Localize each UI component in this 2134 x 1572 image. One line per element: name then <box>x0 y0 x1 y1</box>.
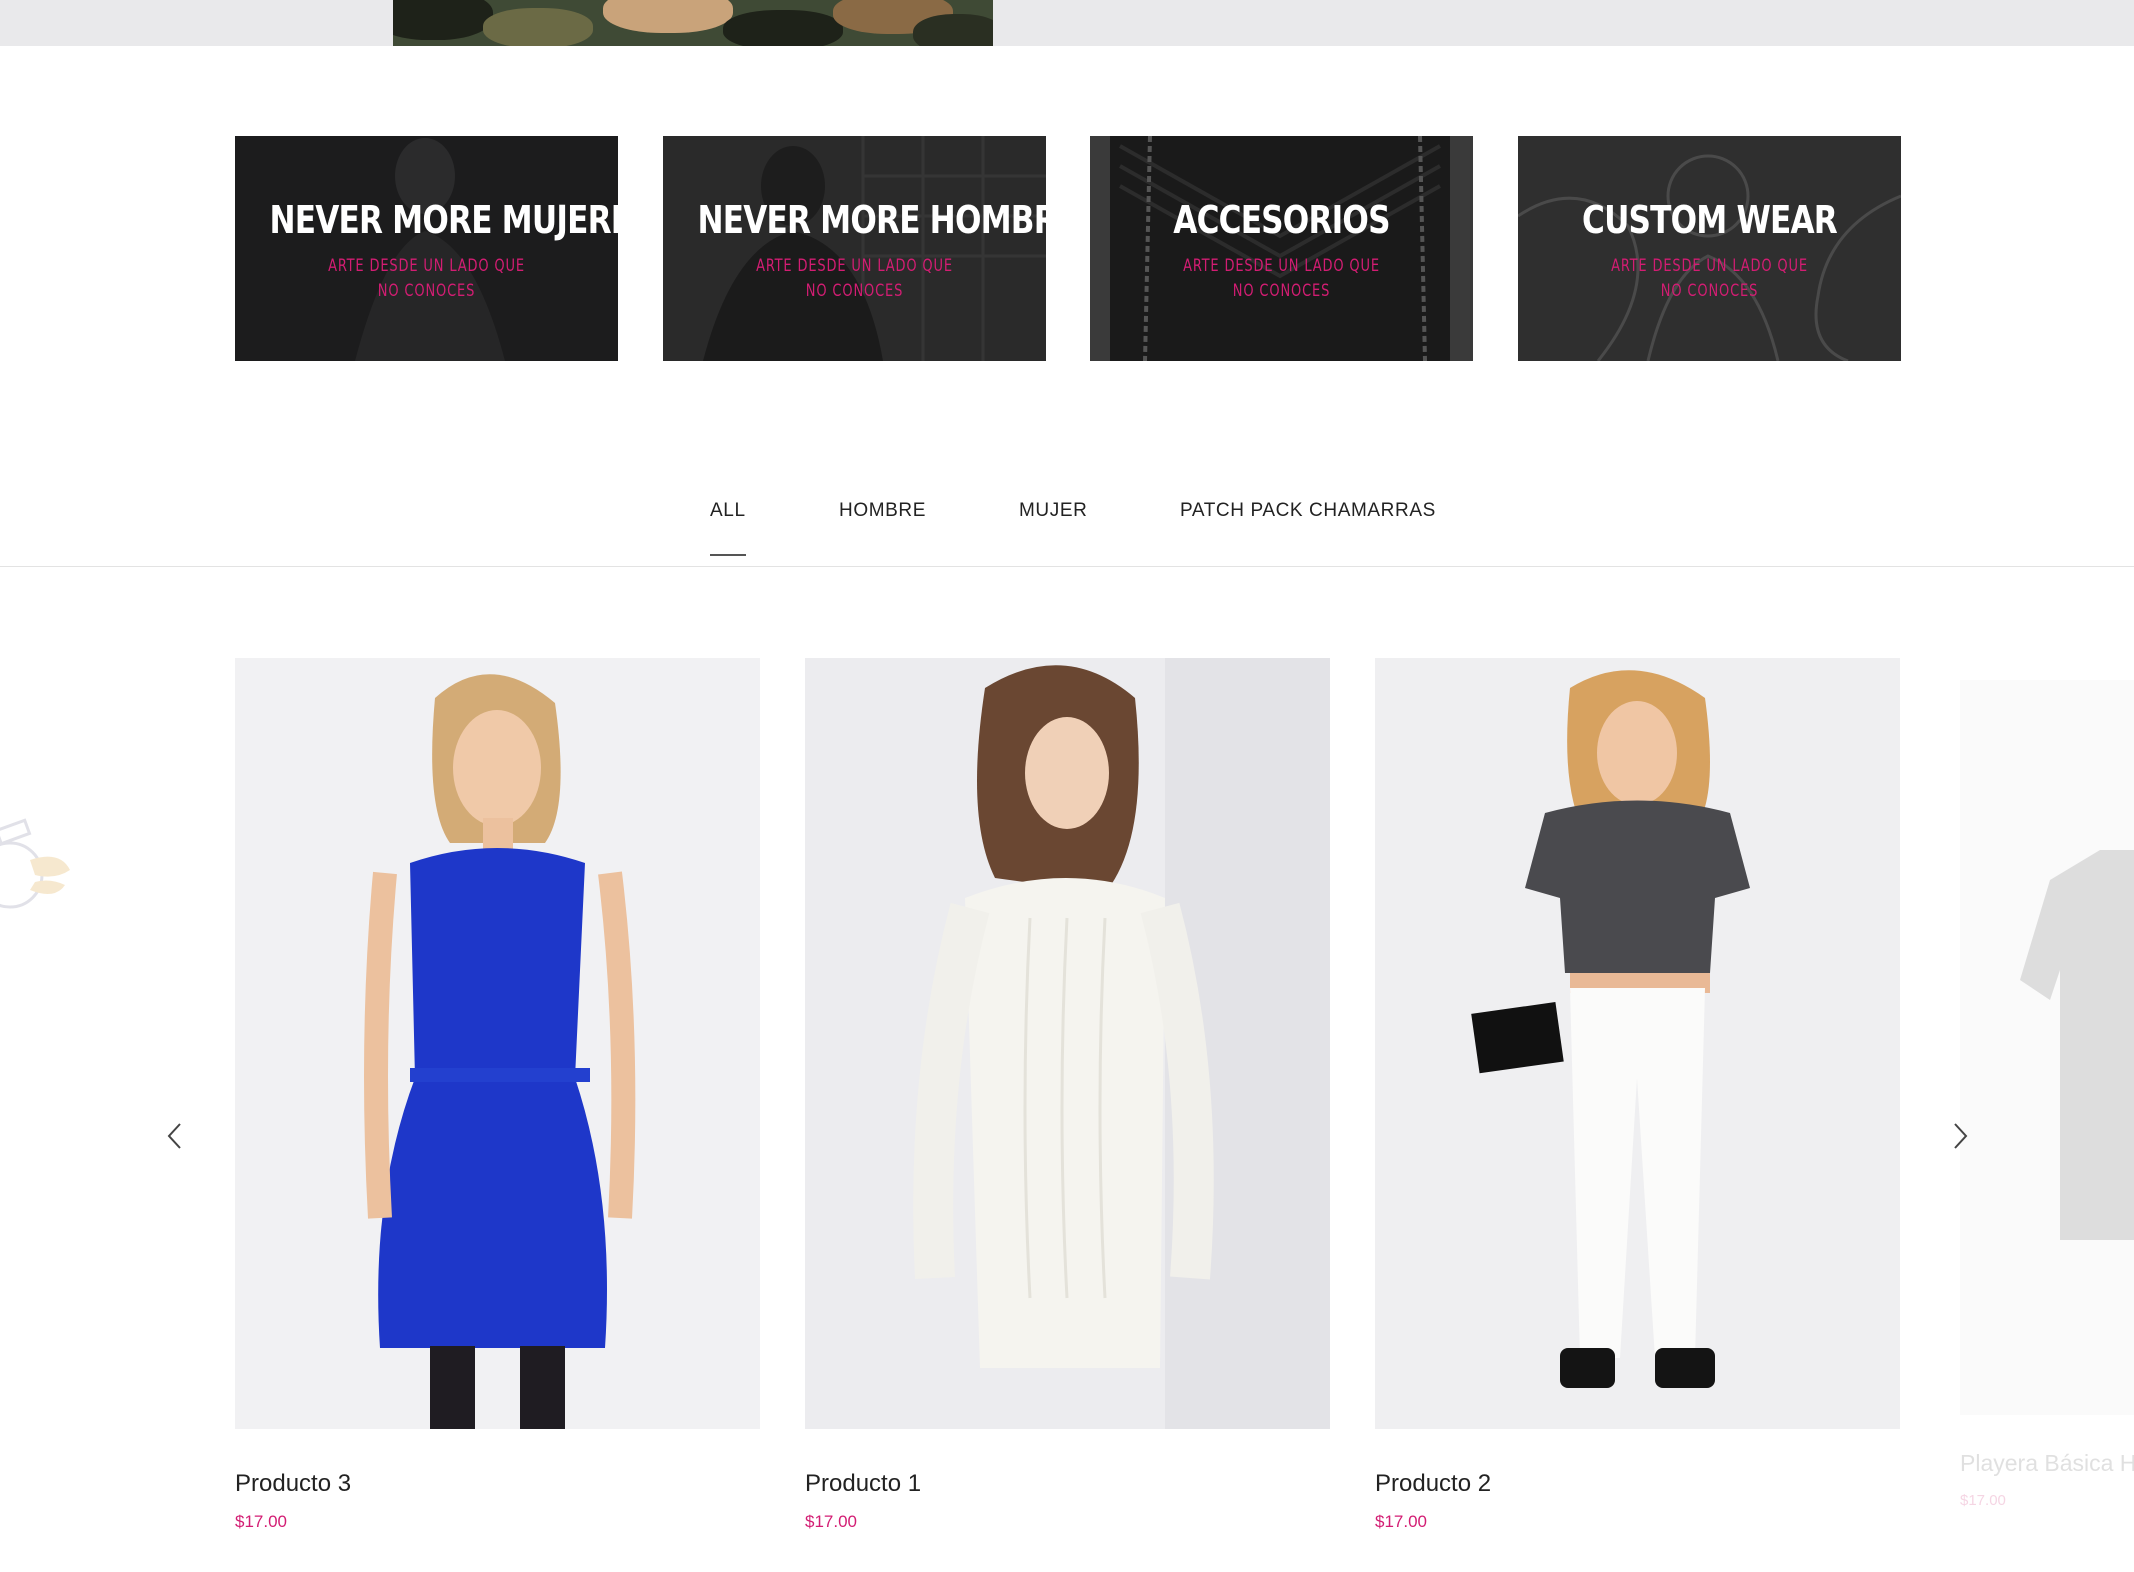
chevron-right-icon <box>1954 1123 1968 1149</box>
camo-jacket-image <box>393 0 993 46</box>
tab-label: MUJER <box>1019 500 1088 521</box>
product-price: $17.00 <box>805 1512 857 1531</box>
category-banner-mujeres[interactable]: NEVER MORE MUJERES ARTE DESDE UN LADO QU… <box>235 136 618 361</box>
category-banner-custom-wear[interactable]: CUSTOM WEAR ARTE DESDE UN LADO QUE NO CO… <box>1518 136 1901 361</box>
category-subtitle: ARTE DESDE UN LADO QUE NO CONOCES <box>1183 256 1380 301</box>
category-title: ACCESORIOS <box>1173 198 1390 242</box>
banner-background-image <box>1518 136 1901 361</box>
banner-background-image <box>235 136 618 361</box>
product-image[interactable] <box>235 658 760 1429</box>
product-image[interactable] <box>1375 658 1900 1429</box>
category-banner-hombres[interactable]: NEVER MORE HOMBRES ARTE DESDE UN LADO QU… <box>663 136 1046 361</box>
category-subtitle: ARTE DESDE UN LADO QUE NO CONOCES <box>1611 256 1808 301</box>
product-price: $17.00 <box>1960 1492 2006 1509</box>
product-image[interactable] <box>1960 680 2134 1415</box>
tabs-divider <box>0 566 2134 567</box>
product-name[interactable]: Producto 2 <box>1375 1470 1491 1498</box>
product-card[interactable]: Producto 3 $17.00 <box>235 658 760 1531</box>
category-title: NEVER MORE MUJERES <box>269 198 618 242</box>
tab-label: PATCH PACK CHAMARRAS <box>1180 500 1436 521</box>
category-title: NEVER MORE HOMBRES <box>697 198 1046 242</box>
tab-label: HOMBRE <box>839 500 926 521</box>
tab-patch-pack-chamarras[interactable]: PATCH PACK CHAMARRAS <box>1180 500 1436 522</box>
category-banner-accesorios[interactable]: ACCESORIOS ARTE DESDE UN LADO QUE NO CON… <box>1090 136 1473 361</box>
product-name[interactable]: Producto 1 <box>805 1470 921 1498</box>
tab-hombre[interactable]: HOMBRE <box>839 500 926 522</box>
chevron-left-icon <box>167 1123 181 1149</box>
category-title: CUSTOM WEAR <box>1582 198 1838 242</box>
product-name[interactable]: Playera Básica H <box>1960 1450 2134 1477</box>
carousel-prev-button[interactable] <box>160 1118 190 1154</box>
tab-label: ALL <box>710 500 746 521</box>
product-price: $17.00 <box>1375 1512 1427 1531</box>
banner-background-image <box>1090 136 1473 361</box>
product-image[interactable] <box>805 658 1330 1429</box>
category-subtitle: ARTE DESDE UN LADO QUE NO CONOCES <box>328 256 525 301</box>
hero-image-strip <box>0 0 2134 46</box>
carousel-next-button[interactable] <box>1945 1118 1975 1154</box>
tab-all[interactable]: ALL <box>710 500 746 556</box>
product-price: $17.00 <box>235 1512 287 1531</box>
active-tab-indicator <box>710 554 746 556</box>
tab-mujer[interactable]: MUJER <box>1019 500 1087 522</box>
banner-background-image <box>663 136 1046 361</box>
product-card[interactable]: Producto 2 $17.00 <box>1375 658 1900 1531</box>
product-card-offscreen[interactable]: Playera Básica H $17.00 <box>1960 680 2134 1509</box>
product-name[interactable]: Producto 3 <box>235 1470 351 1498</box>
brand-logo-icon <box>0 818 70 909</box>
product-filter-tabs: ALL HOMBRE MUJER PATCH PACK CHAMARRAS <box>0 488 2134 568</box>
category-subtitle: ARTE DESDE UN LADO QUE NO CONOCES <box>756 256 953 301</box>
product-card[interactable]: Producto 1 $17.00 <box>805 658 1330 1531</box>
